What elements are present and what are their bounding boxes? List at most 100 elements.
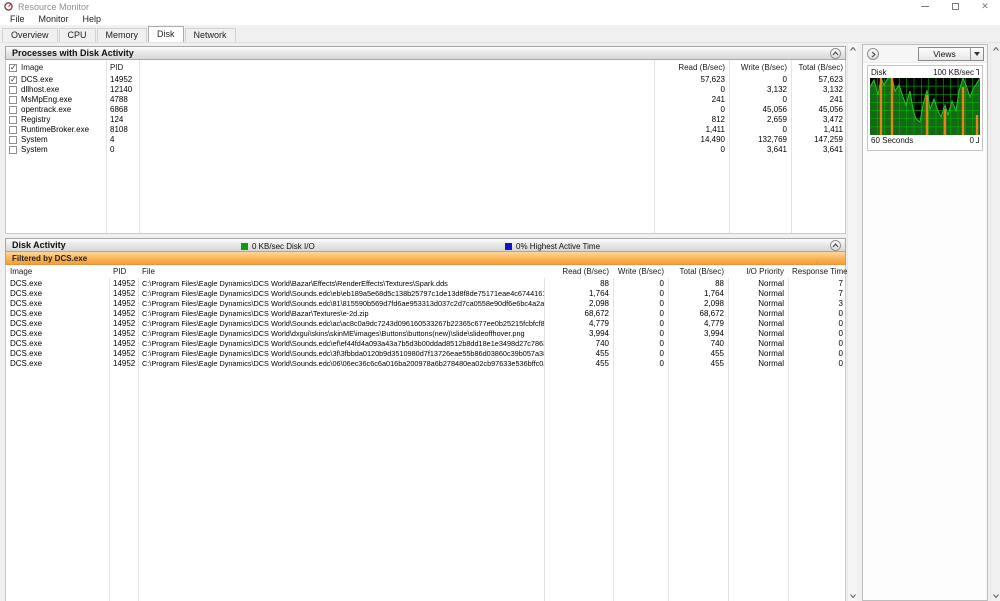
sidebar-scrollbar[interactable] [990,44,1000,601]
disk-activity-row[interactable]: DCS.exe 14952 C:\Program Files\Eagle Dyn… [6,319,845,329]
tab-memory[interactable]: Memory [96,28,148,42]
views-dropdown-button[interactable]: Views [918,47,984,61]
column-header-read[interactable]: Read (B/sec) [544,267,613,277]
process-image-name: RuntimeBroker.exe [21,125,90,134]
process-image-name: DCS.exe [21,75,54,84]
process-checkbox[interactable] [9,126,17,134]
disk-activity-collapse-button[interactable] [830,240,841,251]
process-read: 14,490 [700,135,725,144]
processes-collapse-button[interactable] [830,48,841,59]
disk-activity-row[interactable]: DCS.exe 14952 C:\Program Files\Eagle Dyn… [6,309,845,319]
activity-pid: 14952 [113,309,136,318]
disk-activity-row[interactable]: DCS.exe 14952 C:\Program Files\Eagle Dyn… [6,289,845,299]
activity-file-path: C:\Program Files\Eagle Dynamics\DCS Worl… [142,349,544,358]
process-total: 57,623 [818,75,843,84]
menu-monitor[interactable]: Monitor [32,14,76,24]
process-row[interactable]: dllhost.exe 12140 0 3,132 3,132 [6,85,845,95]
sort-descending-icon: ˋ [816,263,818,269]
activity-write: 0 [659,349,664,358]
process-row[interactable]: System 0 0 3,641 3,641 [6,145,845,155]
titlebar: Resource Monitor ✕ [0,0,1000,13]
main-pane: Processes with Disk Activity ˊ Image PID… [5,44,847,601]
scroll-down-button[interactable] [991,591,1000,601]
column-header-file[interactable]: File [138,267,544,277]
activity-write: 0 [659,359,664,368]
expand-pane-button[interactable] [867,48,879,60]
column-header-write[interactable]: Write (B/sec) [729,63,791,73]
process-read: 0 [720,105,725,114]
column-header-image[interactable]: Image [6,267,109,277]
views-dropdown-arrow [970,48,983,60]
column-header-pid[interactable]: PID [109,267,138,277]
process-row[interactable]: DCS.exe 14952 57,623 0 57,623 [6,75,845,85]
process-row[interactable]: opentrack.exe 6868 0 45,056 45,056 [6,105,845,115]
process-checkbox[interactable] [9,96,17,104]
menu-help[interactable]: Help [76,14,109,24]
process-row[interactable]: Registry 124 812 2,659 3,472 [6,115,845,125]
resource-monitor-icon [4,2,13,11]
activity-file-path: C:\Program Files\Eagle Dynamics\DCS Worl… [142,289,544,298]
tabbar: Overview CPU Memory Disk Network [0,26,1000,43]
process-checkbox[interactable] [9,106,17,114]
charts-sidebar: Views Disk 100 KB/sec 60 Seconds 0 [862,44,988,601]
process-checkbox[interactable] [9,116,17,124]
process-total: 1,411 [823,125,843,134]
disk-graph-card: Disk 100 KB/sec 60 Seconds 0 [867,65,983,151]
tab-cpu[interactable]: CPU [58,28,96,42]
minimize-button[interactable] [910,0,940,13]
process-checkbox[interactable] [9,75,17,85]
activity-write: 0 [659,319,664,328]
tab-network[interactable]: Network [184,28,236,42]
disk-io-legend-label: 0 KB/sec Disk I/O [252,241,315,251]
active-time-legend-label: 0% Highest Active Time [516,241,601,251]
scroll-down-button[interactable] [848,591,858,601]
process-checkbox[interactable] [9,86,17,94]
tab-overview[interactable]: Overview [2,28,58,42]
disk-activity-row[interactable]: DCS.exe 14952 C:\Program Files\Eagle Dyn… [6,329,845,339]
disk-activity-row[interactable]: DCS.exe 14952 C:\Program Files\Eagle Dyn… [6,339,845,349]
activity-write: 0 [659,299,664,308]
graph-min-label: 0 [969,135,974,145]
chevron-up-icon [832,51,839,56]
process-read: 0 [720,145,725,154]
activity-response-time: 0 [838,339,843,348]
column-header-image[interactable]: Image [6,63,106,73]
disk-activity-row[interactable]: DCS.exe 14952 C:\Program Files\Eagle Dyn… [6,359,845,369]
process-checkbox[interactable] [9,146,17,154]
column-header-priority[interactable]: I/O Priority [728,267,788,277]
maximize-button[interactable] [940,0,970,13]
active-time-legend: 0% Highest Active Time [505,239,600,253]
activity-total: 2,098 [703,299,724,308]
activity-image-name: DCS.exe [10,299,43,308]
activity-pid: 14952 [113,339,136,348]
column-header-pid[interactable]: PID [106,63,139,73]
close-button[interactable]: ✕ [970,0,1000,13]
process-write: 0 [782,95,787,104]
chevron-right-icon [871,51,876,57]
scroll-up-button[interactable] [991,44,1000,54]
main-scrollbar[interactable] [847,44,857,601]
activity-total: 68,672 [699,309,724,318]
processes-section-header: Processes with Disk Activity [5,46,846,60]
select-all-checkbox[interactable] [9,63,17,73]
column-header-total[interactable]: Total (B/sec) [668,267,728,277]
filter-banner-text: Filtered by DCS.exe [12,253,88,263]
column-header-image-label: Image [21,62,44,72]
activity-response-time: 0 [838,349,843,358]
process-read: 812 [711,115,725,124]
column-header-read[interactable]: Read (B/sec) [654,63,729,73]
process-row[interactable]: RuntimeBroker.exe 8108 1,411 0 1,411 [6,125,845,135]
close-icon: ✕ [981,1,989,11]
disk-io-legend: 0 KB/sec Disk I/O [241,239,315,253]
column-header-write[interactable]: Write (B/sec) [613,267,668,277]
process-row[interactable]: MsMpEng.exe 4788 241 0 241 [6,95,845,105]
menu-file[interactable]: File [3,14,32,24]
tab-disk[interactable]: Disk [148,26,184,42]
process-row[interactable]: System 4 14,490 132,769 147,259 [6,135,845,145]
disk-activity-row[interactable]: DCS.exe 14952 C:\Program Files\Eagle Dyn… [6,299,845,309]
disk-activity-row[interactable]: DCS.exe 14952 C:\Program Files\Eagle Dyn… [6,279,845,289]
scroll-up-button[interactable] [848,44,858,54]
column-header-total[interactable]: Total (B/sec) [791,63,847,73]
disk-activity-row[interactable]: DCS.exe 14952 C:\Program Files\Eagle Dyn… [6,349,845,359]
process-checkbox[interactable] [9,136,17,144]
